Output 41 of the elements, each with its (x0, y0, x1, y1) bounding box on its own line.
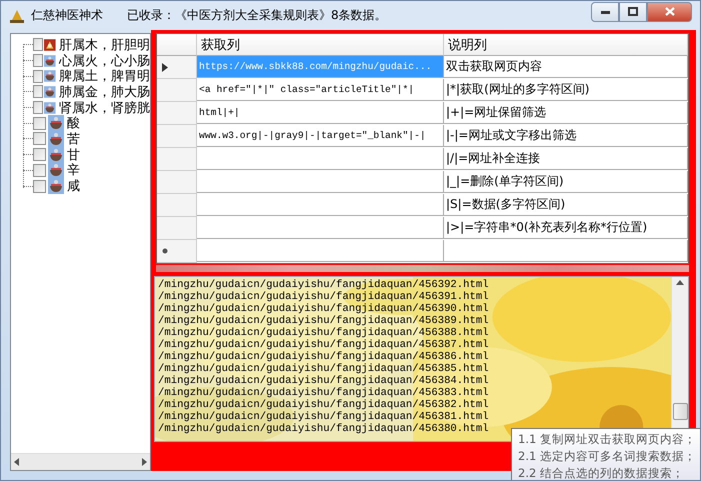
log-line: /mingzhu/gudaicn/gudaiyishu/fangjidaquan/456384.html (158, 375, 490, 387)
table-cell[interactable]: |-|=网址或文字移出筛选 (444, 125, 688, 147)
tooltip-line: 1.1 复制网址双击获取网页内容； (518, 431, 697, 448)
table-cell[interactable]: <a href="|*|" class="articleTitle"|*| (197, 79, 444, 101)
tree-item[interactable]: 咸 (67, 177, 80, 196)
log-line: /mingzhu/gudaicn/gudaiyishu/fangjidaquan/456389.html (158, 315, 490, 327)
tree-item[interactable]: 心属火，心小肠 (59, 52, 150, 70)
window-title: 仁慈神医神术 (31, 7, 103, 24)
status-text: 已收录：《中医方剂大全采集规则表》8条数据。 (127, 7, 387, 24)
log-line: /mingzhu/gudaicn/gudaiyishu/fangjidaquan/456382.html (158, 399, 490, 411)
table-cell[interactable]: |+|=网址保留筛选 (444, 102, 688, 124)
log-line: /mingzhu/gudaicn/gudaiyishu/fangjidaquan/456388.html (158, 327, 490, 339)
tree-item[interactable]: 甘 (67, 146, 80, 164)
tree-item[interactable]: 肺属金，肺大肠 (59, 82, 150, 101)
table-cell[interactable]: |/|=网址补全连接 (444, 148, 688, 170)
tooltip-line: 2.2 结合点选的列的数据搜索； (518, 465, 685, 480)
column-header[interactable]: 获取列 (197, 34, 444, 56)
log-line: /mingzhu/gudaicn/gudaiyishu/fangjidaquan/456386.html (158, 351, 490, 363)
tree-item[interactable]: 肾属水，肾膀胱 (59, 98, 150, 117)
log-line: /mingzhu/gudaicn/gudaiyishu/fangjidaquan/456383.html (158, 387, 490, 399)
log-line: /mingzhu/gudaicn/gudaiyishu/fangjidaquan/456392.html (158, 279, 490, 291)
table-cell[interactable]: |>|=字符串*0(补充表列名称*行位置) (444, 217, 688, 239)
table-cell[interactable]: www.w3.org|-|gray9|-|target="_blank"|-| (197, 125, 444, 147)
log-line: /mingzhu/gudaicn/gudaiyishu/fangjidaquan/456391.html (158, 291, 490, 303)
tree-item[interactable]: 肝属木，肝胆明 (59, 36, 150, 54)
tree-item[interactable]: 脾属土，脾胃明 (59, 67, 150, 86)
table-cell[interactable]: |S|=数据(多字符区间) (444, 194, 688, 216)
table-cell[interactable]: |*|获取(网址的多字符区间) (444, 79, 688, 101)
log-line: /mingzhu/gudaicn/gudaiyishu/fangjidaquan/456380.html (158, 423, 490, 435)
table-cell[interactable]: |_|=删除(单字符区间) (444, 171, 688, 193)
log-line: /mingzhu/gudaicn/gudaiyishu/fangjidaquan/456381.html (158, 411, 490, 423)
tree-item[interactable]: 辛 (67, 161, 80, 180)
tree-item[interactable]: 酸 (67, 114, 80, 132)
tree-item[interactable]: 苦 (67, 130, 80, 148)
table-cell[interactable]: html|+| (197, 102, 444, 124)
table-cell[interactable]: 双击获取网页内容 (444, 56, 688, 78)
log-line: /mingzhu/gudaicn/gudaiyishu/fangjidaquan/456385.html (158, 363, 490, 375)
tooltip-line: 2.1 选定内容可多名词搜索数据； (518, 448, 697, 465)
log-line: /mingzhu/gudaicn/gudaiyishu/fangjidaquan/456390.html (158, 303, 490, 315)
log-line: /mingzhu/gudaicn/gudaiyishu/fangjidaquan/456387.html (158, 339, 490, 351)
column-header[interactable]: 说明列 (444, 34, 688, 56)
